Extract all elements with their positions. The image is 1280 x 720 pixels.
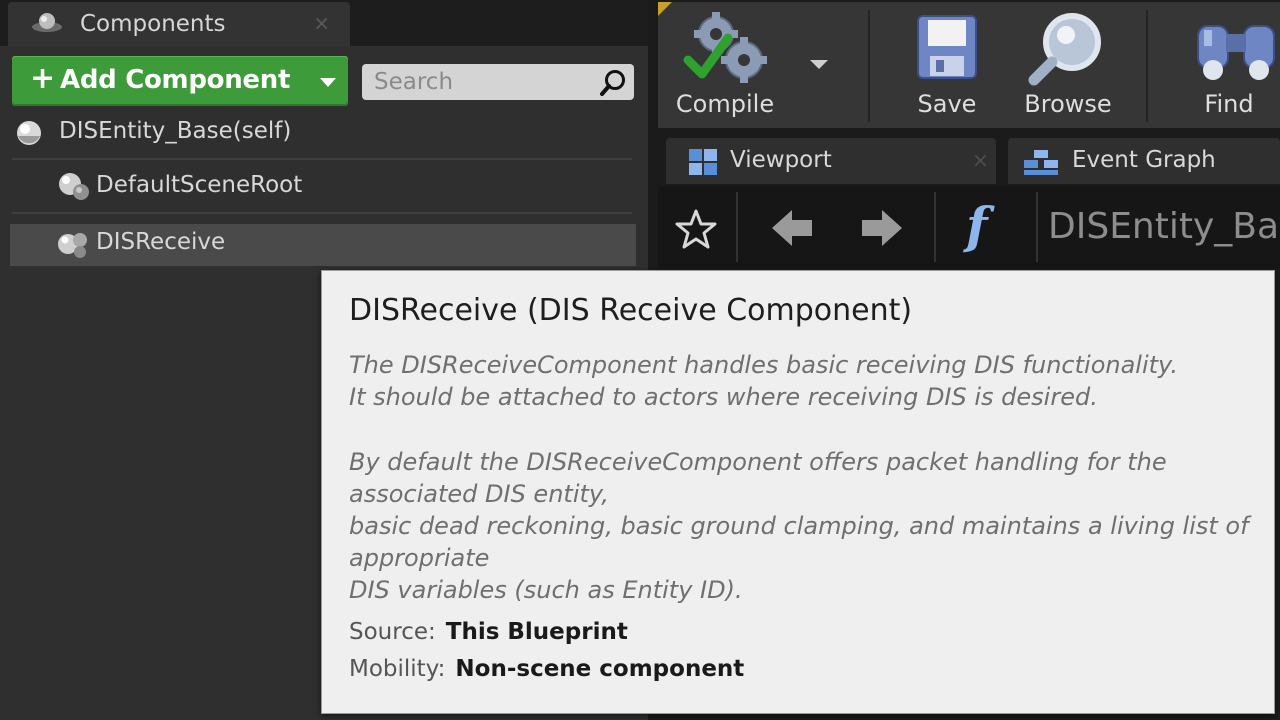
sphere-icon xyxy=(17,121,41,145)
search-icon[interactable] xyxy=(598,68,628,98)
browse-button[interactable]: Browse xyxy=(1012,2,1124,128)
save-button[interactable]: Save xyxy=(894,2,1000,128)
search-input[interactable] xyxy=(362,64,604,100)
magnifier-icon xyxy=(1028,13,1101,86)
graph-title: DISEntity_Ba xyxy=(1048,206,1280,247)
tab-viewport-label: Viewport xyxy=(730,147,832,173)
mobility-value: Non-scene component xyxy=(455,656,745,682)
nav-separator xyxy=(1036,192,1038,262)
main-toolbar: Compile Save Browse Find xyxy=(658,2,1280,128)
tab-viewport[interactable]: Viewport × xyxy=(666,138,996,184)
tooltip-source-row: Source: This Blueprint xyxy=(349,619,628,645)
tab-event-graph-label: Event Graph xyxy=(1072,147,1216,173)
arrow-right-icon xyxy=(862,210,902,246)
forward-button[interactable] xyxy=(850,194,926,262)
source-label: Source: xyxy=(349,619,436,645)
scene-root-icon xyxy=(59,173,89,200)
floppy-disk-icon xyxy=(917,15,977,79)
description-line: DIS variables (such as Entity ID). xyxy=(349,576,743,604)
arrow-left-icon xyxy=(772,210,812,246)
save-label: Save xyxy=(917,90,977,118)
components-tab-label: Components xyxy=(80,11,226,37)
description-line: The DISReceiveComponent handles basic re… xyxy=(349,351,1179,379)
favorite-button[interactable] xyxy=(668,194,728,262)
close-icon[interactable]: × xyxy=(972,148,989,172)
tree-item-label: DISReceive xyxy=(96,229,226,255)
toolbar-separator xyxy=(1146,10,1148,122)
tree-item-label: DefaultSceneRoot xyxy=(96,172,303,198)
description-line: It should be attached to actors where re… xyxy=(349,383,1098,411)
component-search[interactable] xyxy=(362,64,634,100)
nav-separator xyxy=(934,192,936,262)
tooltip-mobility-row: Mobility: Non-scene component xyxy=(349,656,744,682)
tree-item-dis-receive[interactable]: DISReceive xyxy=(10,224,636,266)
chevron-down-icon xyxy=(810,60,828,69)
graph-nav-bar: f DISEntity_Ba xyxy=(658,186,1280,268)
document-tab-bar: Viewport × Event Graph xyxy=(658,134,1280,184)
components-tab[interactable]: Components × xyxy=(8,2,350,46)
viewport-icon xyxy=(689,149,717,175)
compile-button[interactable]: Compile xyxy=(658,2,792,128)
find-label: Find xyxy=(1204,90,1254,118)
tree-item-default-scene-root[interactable]: DefaultSceneRoot xyxy=(10,164,636,208)
find-button[interactable]: Find xyxy=(1178,2,1280,128)
component-tooltip: DISReceive (DIS Receive Component) The D… xyxy=(321,270,1275,714)
compile-options-dropdown[interactable] xyxy=(800,2,840,128)
nav-separator xyxy=(736,192,738,262)
panel-tab-strip: Components × xyxy=(0,0,648,46)
binoculars-icon xyxy=(1197,25,1275,80)
chevron-down-icon xyxy=(320,78,336,87)
tooltip-title: DISReceive (DIS Receive Component) xyxy=(349,293,913,328)
browse-label: Browse xyxy=(1024,90,1112,118)
function-icon: f xyxy=(966,196,988,255)
description-line: basic dead reckoning, basic ground clamp… xyxy=(349,512,1249,572)
toolbar-separator xyxy=(868,10,870,122)
compile-label: Compile xyxy=(675,90,775,118)
tree-item-label: DISEntity_Base(self) xyxy=(59,118,292,144)
add-component-label: Add Component xyxy=(60,65,291,95)
compile-icon xyxy=(683,12,767,83)
description-line: By default the DISReceiveComponent offer… xyxy=(349,448,1167,508)
component-icon xyxy=(58,233,87,258)
tab-event-graph[interactable]: Event Graph xyxy=(1008,138,1280,184)
tree-divider xyxy=(12,212,632,214)
back-button[interactable] xyxy=(758,194,834,262)
tree-divider xyxy=(12,158,632,160)
add-component-button[interactable]: + Add Component xyxy=(12,56,348,106)
function-button[interactable]: f xyxy=(954,194,1034,262)
tree-item-self[interactable]: DISEntity_Base(self) xyxy=(10,110,636,154)
components-tab-icon xyxy=(32,13,62,32)
source-value: This Blueprint xyxy=(445,619,628,645)
tooltip-description: The DISReceiveComponent handles basic re… xyxy=(349,349,1259,606)
plus-icon: + xyxy=(30,61,56,96)
components-tab-close-icon[interactable]: × xyxy=(313,11,330,35)
event-graph-icon xyxy=(1024,150,1058,175)
star-icon xyxy=(675,209,717,249)
mobility-label: Mobility: xyxy=(349,656,446,682)
